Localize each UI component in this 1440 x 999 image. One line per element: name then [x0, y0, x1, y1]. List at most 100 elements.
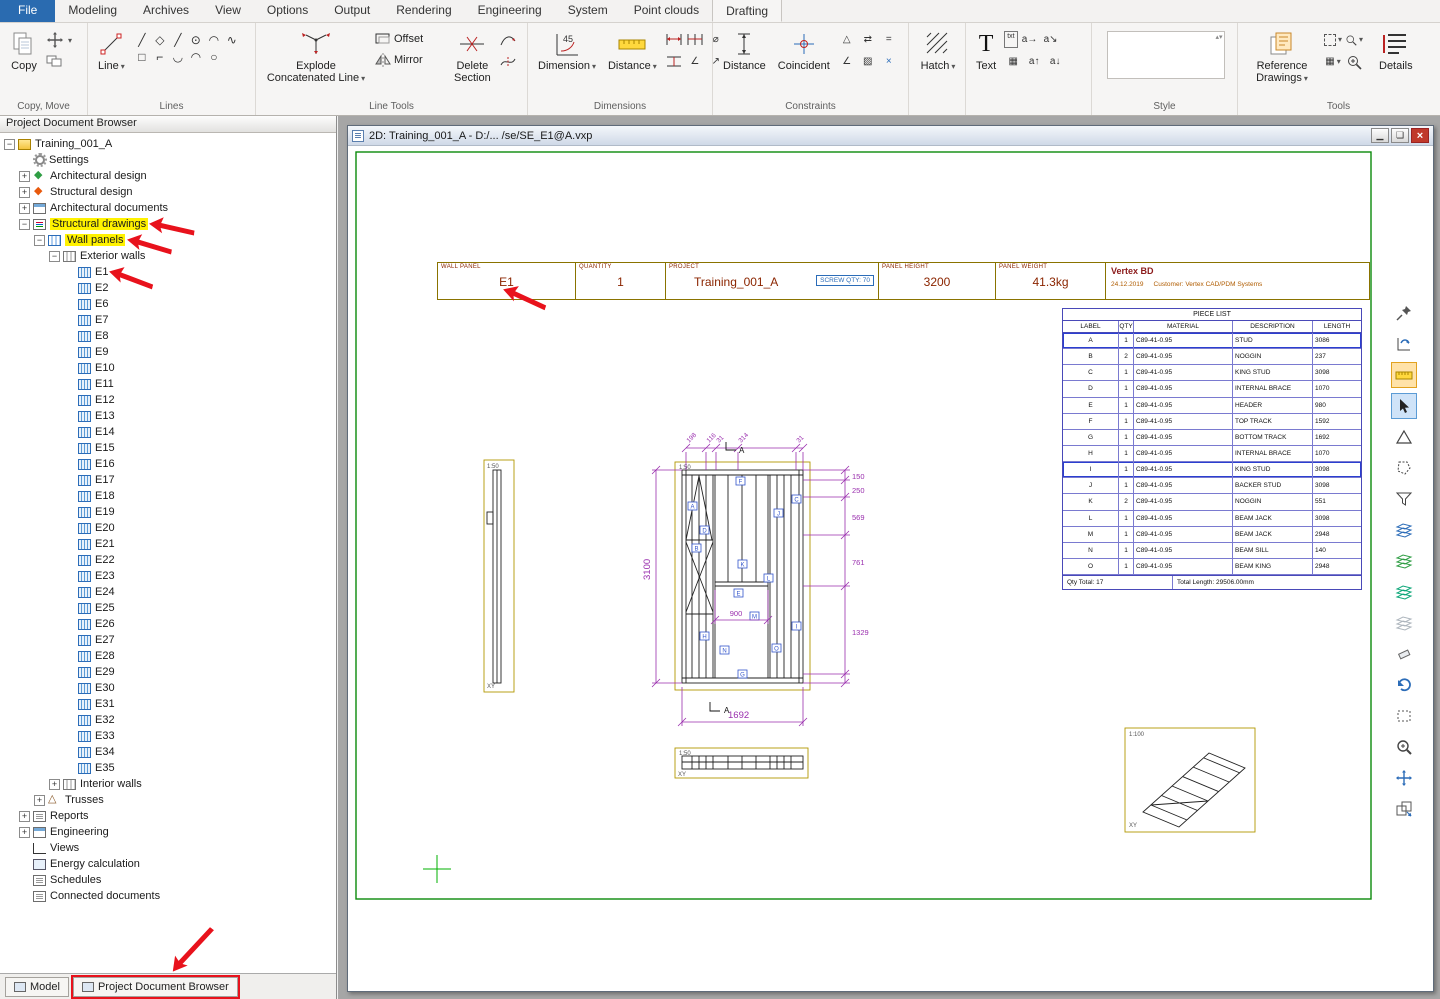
- text-down-tool[interactable]: a↓: [1046, 53, 1064, 70]
- tree-item-e24[interactable]: E24: [0, 584, 336, 600]
- delete-section-button[interactable]: Delete Section: [450, 27, 495, 85]
- layers-teal-icon[interactable]: [1391, 579, 1417, 605]
- piece-list-row-l[interactable]: L1C89-41-0.95BEAM JACK3098: [1063, 511, 1361, 527]
- parallel-constraint[interactable]: ⇄: [859, 31, 877, 48]
- tree-item-e22[interactable]: E22: [0, 552, 336, 568]
- constraint-distance-button[interactable]: Distance: [719, 27, 770, 73]
- layers-blue-icon[interactable]: [1391, 517, 1417, 543]
- tree-item-structural-drawings[interactable]: −Structural drawings: [0, 216, 336, 232]
- piece-list-row-c[interactable]: C1C89-41-0.95KING STUD3098: [1063, 365, 1361, 381]
- tree-item-architectural-documents[interactable]: +Architectural documents: [0, 200, 336, 216]
- tab-model[interactable]: Model: [5, 977, 69, 997]
- tree-item-views[interactable]: Views: [0, 840, 336, 856]
- tree-expander[interactable]: +: [19, 811, 30, 822]
- polygon-select-icon[interactable]: [1391, 455, 1417, 481]
- flip-icon[interactable]: [1391, 331, 1417, 357]
- tree-item-interior-walls[interactable]: +Interior walls: [0, 776, 336, 792]
- tree-item-e27[interactable]: E27: [0, 632, 336, 648]
- piece-list-row-g[interactable]: G1C89-41-0.95BOTTOM TRACK1692: [1063, 430, 1361, 446]
- dimension-button[interactable]: 45 Dimension▾: [534, 27, 600, 74]
- piece-list-row-b[interactable]: B2C89-41-0.95NOGGIN237: [1063, 349, 1361, 365]
- marquee-icon[interactable]: [1391, 703, 1417, 729]
- menu-tab-output[interactable]: Output: [321, 0, 383, 22]
- undo-icon[interactable]: [1391, 672, 1417, 698]
- tree-item-e12[interactable]: E12: [0, 392, 336, 408]
- line-button[interactable]: Line▾: [94, 27, 129, 74]
- tree-item-reports[interactable]: +Reports: [0, 808, 336, 824]
- tab-project-document-browser[interactable]: Project Document Browser: [73, 977, 238, 997]
- angle-constraint[interactable]: ∠: [838, 53, 856, 70]
- reference-drawings-button[interactable]: Reference Drawings▾: [1244, 27, 1320, 86]
- dim-chain-tool[interactable]: [686, 31, 704, 48]
- dim-vertical-tool[interactable]: [665, 53, 683, 70]
- tree-item-e8[interactable]: E8: [0, 328, 336, 344]
- tree-item-e11[interactable]: E11: [0, 376, 336, 392]
- tree-item-energy-calculation[interactable]: Energy calculation: [0, 856, 336, 872]
- filter-icon[interactable]: [1391, 486, 1417, 512]
- tree-expander[interactable]: +: [34, 795, 45, 806]
- tree-item-e31[interactable]: E31: [0, 696, 336, 712]
- tree-item-e20[interactable]: E20: [0, 520, 336, 536]
- corner-line-tool[interactable]: ⌐: [151, 48, 169, 65]
- tree-item-training-001-a[interactable]: −Training_001_A: [0, 136, 336, 152]
- tree-item-e16[interactable]: E16: [0, 456, 336, 472]
- ellipse-tool[interactable]: ○: [205, 48, 223, 65]
- tree-item-e10[interactable]: E10: [0, 360, 336, 376]
- distance-button[interactable]: Distance▾: [604, 27, 661, 74]
- tree-item-trusses[interactable]: +Trusses: [0, 792, 336, 808]
- tree-item-settings[interactable]: Settings: [0, 152, 336, 168]
- details-button[interactable]: Details: [1375, 27, 1417, 73]
- tree-item-e32[interactable]: E32: [0, 712, 336, 728]
- menu-tab-file[interactable]: File: [0, 0, 55, 22]
- copy-button[interactable]: Copy: [6, 27, 42, 73]
- tree-item-e21[interactable]: E21: [0, 536, 336, 552]
- text-button[interactable]: T Text: [972, 27, 1000, 73]
- style-spinner[interactable]: ▴▾: [1215, 34, 1222, 41]
- menu-tab-view[interactable]: View: [202, 0, 254, 22]
- tree-item-connected-documents[interactable]: Connected documents: [0, 888, 336, 904]
- grid-select-tool[interactable]: ▦▾: [1324, 53, 1342, 70]
- spline-tool[interactable]: ∿: [223, 31, 241, 48]
- tree-item-e19[interactable]: E19: [0, 504, 336, 520]
- menu-tab-modeling[interactable]: Modeling: [55, 0, 130, 22]
- tree-item-e33[interactable]: E33: [0, 728, 336, 744]
- tree-expander[interactable]: −: [49, 251, 60, 262]
- tree-item-e29[interactable]: E29: [0, 664, 336, 680]
- drawing-canvas-area[interactable]: 1:50 ABCDEFGHIJKLMNO 1:50 XY: [348, 146, 1433, 991]
- arc-tool[interactable]: ◠: [205, 31, 223, 48]
- explode-concatenated-line-button[interactable]: Explode Concatenated Line▾: [262, 27, 370, 86]
- piece-list-row-j[interactable]: J1C89-41-0.95BACKER STUD3098: [1063, 478, 1361, 494]
- move-icon[interactable]: [1391, 765, 1417, 791]
- minimize-button[interactable]: ▁: [1371, 128, 1389, 143]
- tree-item-e17[interactable]: E17: [0, 472, 336, 488]
- menu-tab-archives[interactable]: Archives: [130, 0, 202, 22]
- menu-tab-system[interactable]: System: [555, 0, 621, 22]
- tree-item-e1[interactable]: E1: [0, 264, 336, 280]
- circle-center-tool[interactable]: ⊙: [187, 31, 205, 48]
- text-up-tool[interactable]: a↑: [1025, 53, 1043, 70]
- tree-item-e2[interactable]: E2: [0, 280, 336, 296]
- tree-item-structural-design[interactable]: +Structural design: [0, 184, 336, 200]
- reference-area-tool[interactable]: ▾: [1324, 31, 1342, 48]
- tree-item-wall-panels[interactable]: −Wall panels: [0, 232, 336, 248]
- tree-item-e23[interactable]: E23: [0, 568, 336, 584]
- hatch-button[interactable]: Hatch▾: [917, 27, 960, 74]
- tree-expander[interactable]: +: [49, 779, 60, 790]
- tree-expander[interactable]: −: [4, 139, 15, 150]
- menu-tab-options[interactable]: Options: [254, 0, 321, 22]
- tree-expander[interactable]: −: [34, 235, 45, 246]
- tree-item-e28[interactable]: E28: [0, 648, 336, 664]
- text-box-tool[interactable]: txt: [1004, 31, 1017, 48]
- layers-gray-icon[interactable]: [1391, 610, 1417, 636]
- rhombus-tool[interactable]: ◇: [151, 31, 169, 48]
- piece-list-row-k[interactable]: K2C89-41-0.95NOGGIN551: [1063, 494, 1361, 510]
- tree-item-e18[interactable]: E18: [0, 488, 336, 504]
- menu-tab-rendering[interactable]: Rendering: [383, 0, 464, 22]
- tree-item-e13[interactable]: E13: [0, 408, 336, 424]
- tree-item-e7[interactable]: E7: [0, 312, 336, 328]
- style-selector[interactable]: ▴▾: [1107, 31, 1225, 79]
- layers-green-icon[interactable]: [1391, 548, 1417, 574]
- ruler-icon[interactable]: [1391, 362, 1417, 388]
- tree-expander[interactable]: +: [19, 827, 30, 838]
- equal-constraint[interactable]: =: [880, 31, 898, 48]
